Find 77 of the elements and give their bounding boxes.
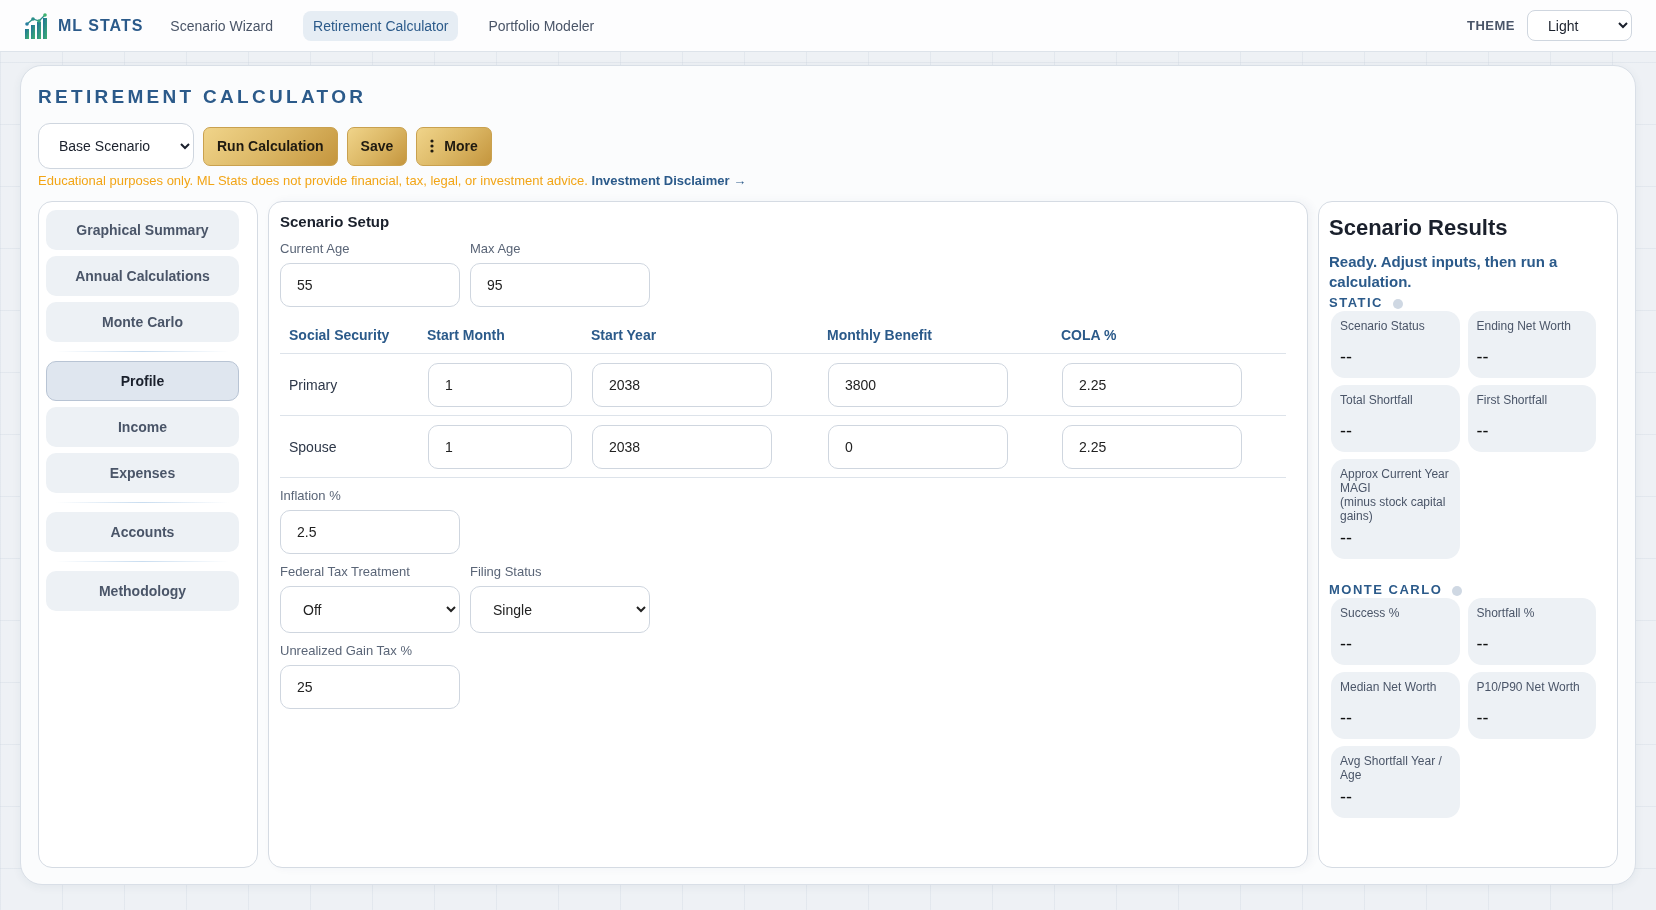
status-message: Ready. Adjust inputs, then run a calculation. (1329, 252, 1559, 292)
column-header: Start Month (427, 327, 505, 343)
vertical-dots-icon (430, 139, 435, 153)
stat-value: -- (1476, 420, 1489, 442)
sidebar-item[interactable]: Methodology (46, 571, 239, 611)
input-field[interactable]: 25 (280, 665, 460, 709)
stat-value: -- (1340, 346, 1352, 368)
action-button[interactable]: Save (346, 126, 408, 166)
brand-name: ML STATS (58, 16, 144, 35)
stat-label: Shortfall % (1476, 606, 1535, 620)
column-header: Social Security (289, 327, 390, 343)
status-dot-icon (1452, 586, 1463, 596)
stat-value: -- (1476, 707, 1489, 729)
disclaimer-text: Educational purposes only. ML Stats does not provide financial, tax, legal, or investment advice. Investment Disclaimer → (38, 173, 747, 189)
disclaimer-link[interactable]: Investment Disclaimer → (591, 173, 747, 188)
stat-value: -- (1340, 527, 1352, 549)
column-header: Start Year (591, 327, 657, 343)
field-label: Current Age (280, 241, 350, 257)
scenario-select[interactable]: Base Scenario (38, 123, 194, 169)
input-field[interactable]: 1 (428, 424, 572, 469)
stat-value: -- (1340, 420, 1352, 442)
input-field[interactable]: 0 (828, 424, 1008, 469)
sidebar-item[interactable]: Income (46, 407, 239, 447)
bar-chart-logo-icon (24, 12, 48, 39)
input-field[interactable]: 1 (428, 362, 572, 407)
column-header: Monthly Benefit (827, 327, 932, 343)
input-field[interactable]: 2038 (592, 424, 772, 469)
section-heading: STATIC (1329, 296, 1383, 310)
stat-value: -- (1340, 786, 1352, 808)
input-field[interactable]: 3800 (828, 362, 1008, 407)
sidebar-item[interactable]: Expenses (46, 453, 239, 493)
action-button[interactable]: Run Calculation (203, 126, 338, 166)
field-label: Filing Status (470, 564, 542, 580)
column-header: COLA % (1061, 327, 1117, 343)
theme-select[interactable]: Light (1527, 10, 1632, 41)
theme-label: THEME (1467, 18, 1515, 33)
more-button[interactable]: More (416, 126, 492, 166)
input-field[interactable]: 2038 (592, 362, 772, 407)
input-field[interactable]: 95 (470, 263, 650, 307)
panel-title: Scenario Results (1329, 215, 1508, 241)
stat-value: -- (1340, 707, 1352, 729)
sidebar-item[interactable]: Graphical Summary (46, 210, 239, 250)
stat-label: Avg Shortfall Year / Age (1340, 754, 1443, 782)
dropdown-field[interactable]: Single (470, 586, 650, 633)
status-dot-icon (1393, 299, 1403, 309)
nav-tab[interactable]: Portfolio Modeler (478, 10, 605, 41)
field-label: Max Age (470, 241, 521, 257)
input-field[interactable]: 2.25 (1062, 424, 1242, 469)
stat-label: P10/P90 Net Worth (1476, 680, 1580, 694)
input-field[interactable]: 2.25 (1062, 362, 1242, 407)
row-label: Spouse (289, 438, 337, 455)
stat-label: First Shortfall (1476, 393, 1548, 407)
nav-tab[interactable]: Retirement Calculator (303, 10, 459, 41)
stat-value: -- (1476, 633, 1489, 655)
sidebar-item[interactable]: Monte Carlo (46, 302, 239, 342)
field-label: Unrealized Gain Tax % (280, 643, 412, 659)
stat-label: Ending Net Worth (1476, 319, 1571, 333)
sidebar-item[interactable]: Profile (46, 361, 239, 401)
sidebar-item[interactable]: Accounts (46, 512, 239, 552)
input-field[interactable]: 55 (280, 263, 460, 307)
row-label: Primary (289, 376, 338, 393)
nav-tab[interactable]: Scenario Wizard (160, 10, 284, 41)
page-title: RETIREMENT CALCULATOR (38, 86, 367, 108)
section-heading: MONTE CARLO (1329, 583, 1443, 597)
stat-label: Approx Current Year MAGI (minus stock capital gains) (1340, 467, 1450, 523)
stat-label: Success % (1340, 606, 1400, 620)
dropdown-field[interactable]: Off (280, 586, 460, 633)
stat-label: Total Shortfall (1340, 393, 1413, 407)
field-label: Federal Tax Treatment (280, 564, 410, 580)
field-label: Inflation % (280, 488, 341, 504)
stat-value: -- (1476, 346, 1489, 368)
input-field[interactable]: 2.5 (280, 510, 460, 554)
section-title: Scenario Setup (280, 213, 390, 231)
stat-value: -- (1340, 633, 1352, 655)
sidebar-item[interactable]: Annual Calculations (46, 256, 239, 296)
stat-label: Median Net Worth (1340, 680, 1437, 694)
stat-label: Scenario Status (1340, 319, 1425, 333)
